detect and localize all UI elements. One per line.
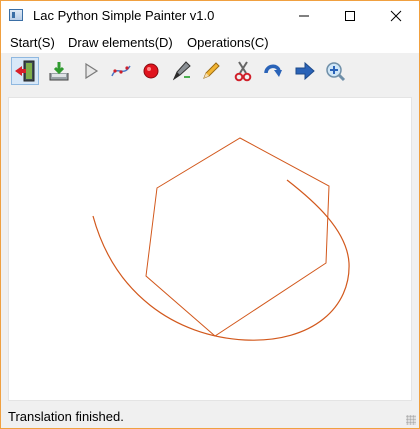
hexagon-shape — [145, 137, 330, 337]
drawing-canvas[interactable] — [8, 97, 412, 401]
minimize-button[interactable] — [281, 1, 327, 31]
pencil-icon — [203, 62, 220, 79]
record-button[interactable] — [137, 57, 165, 85]
record-icon — [143, 63, 159, 79]
app-window: Lac Python Simple Painter v1.0 Start(S) … — [0, 0, 420, 429]
save-icon — [49, 62, 69, 81]
pen-icon — [172, 61, 191, 81]
pen-button[interactable] — [167, 57, 195, 85]
curve-button[interactable] — [107, 57, 135, 85]
arrow-right-button[interactable] — [291, 57, 319, 85]
curve-icon — [111, 65, 131, 77]
resize-grip-icon[interactable] — [406, 415, 416, 425]
window-app-icon — [9, 9, 23, 21]
maximize-icon — [345, 11, 355, 21]
save-button[interactable] — [45, 57, 73, 85]
curve-shape — [92, 179, 350, 341]
play-icon — [85, 62, 99, 80]
minimize-icon — [299, 15, 309, 17]
close-button[interactable] — [373, 1, 419, 31]
rotate-button[interactable] — [259, 57, 287, 85]
exit-icon — [15, 60, 35, 82]
scissors-icon — [234, 61, 252, 82]
title-bar[interactable]: Lac Python Simple Painter v1.0 — [1, 1, 419, 31]
maximize-button[interactable] — [327, 1, 373, 31]
toolbar — [1, 53, 419, 91]
pencil-button[interactable] — [197, 57, 225, 85]
rotate-icon — [264, 64, 282, 77]
zoom-in-button[interactable] — [321, 57, 349, 85]
play-button[interactable] — [77, 57, 105, 85]
window-title: Lac Python Simple Painter v1.0 — [33, 8, 215, 23]
menu-operations[interactable]: Operations(C) — [187, 35, 269, 50]
scissors-button[interactable] — [229, 57, 257, 85]
status-text: Translation finished. — [8, 409, 124, 424]
close-icon — [390, 10, 402, 22]
menu-draw-elements[interactable]: Draw elements(D) — [68, 35, 173, 50]
canvas-drawing — [92, 137, 350, 341]
status-bar: Translation finished. — [1, 404, 419, 428]
zoom-in-icon — [326, 62, 346, 82]
menu-start[interactable]: Start(S) — [10, 35, 55, 50]
arrow-right-icon — [295, 61, 315, 81]
exit-button[interactable] — [11, 57, 39, 85]
menu-bar: Start(S) Draw elements(D) Operations(C) — [1, 31, 419, 53]
